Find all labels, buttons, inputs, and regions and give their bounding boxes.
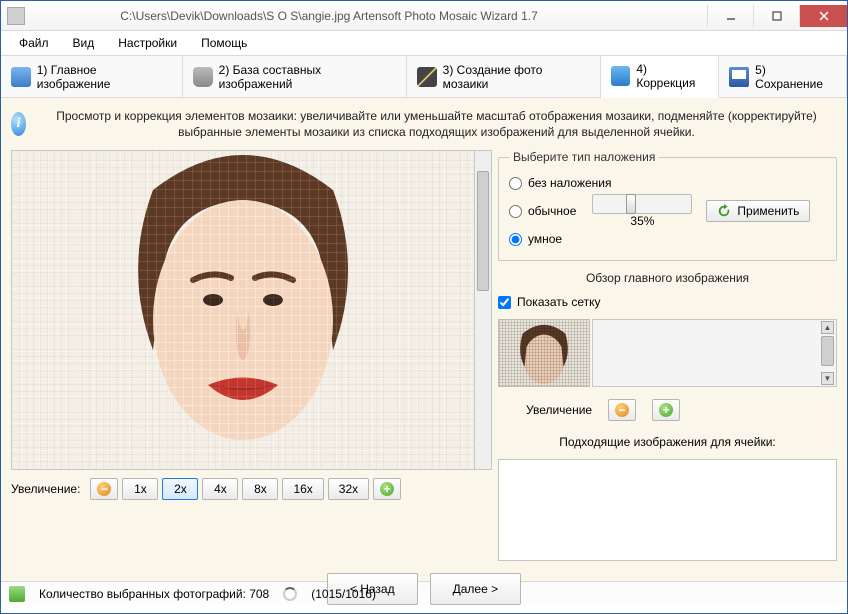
radio-smart-overlay[interactable] (509, 233, 522, 246)
zoom-4x[interactable]: 4x (202, 478, 238, 500)
tab-label: 1) Главное изображение (37, 63, 172, 91)
tab-main-image[interactable]: 1) Главное изображение (1, 56, 183, 97)
refresh-icon (717, 204, 731, 218)
title-bar: C:\Users\Devik\Downloads\S O S\angie.jpg… (1, 1, 847, 31)
minimize-button[interactable] (707, 5, 753, 27)
tab-correction[interactable]: 4) Коррекция (601, 56, 720, 98)
menu-settings[interactable]: Настройки (108, 33, 187, 53)
zoom-2x[interactable]: 2x (162, 478, 198, 500)
app-icon (7, 7, 25, 25)
radio-label-smart: умное (528, 232, 562, 246)
zoom-in-button[interactable]: + (373, 478, 401, 500)
radio-no-overlay[interactable] (509, 177, 522, 190)
close-button[interactable] (799, 5, 847, 27)
overlay-type-group: Выберите тип наложения без наложения обы… (498, 150, 837, 261)
zoom-16x[interactable]: 16x (282, 478, 323, 500)
minus-icon: − (615, 403, 629, 417)
overview-scrollbar[interactable]: ▲ ▼ (592, 319, 837, 387)
loading-spinner-icon (283, 587, 297, 601)
overview-title: Обзор главного изображения (498, 271, 837, 285)
image-icon (11, 67, 31, 87)
menu-file[interactable]: Файл (9, 33, 59, 53)
save-icon (729, 67, 749, 87)
scroll-down-icon[interactable]: ▼ (821, 372, 834, 385)
plus-icon: + (659, 403, 673, 417)
menu-view[interactable]: Вид (63, 33, 105, 53)
apply-button[interactable]: Применить (706, 200, 810, 222)
tab-save[interactable]: 5) Сохранение (719, 56, 847, 97)
menu-bar: Файл Вид Настройки Помощь (1, 31, 847, 55)
database-icon (193, 67, 213, 87)
status-icon (9, 586, 25, 602)
scroll-up-icon[interactable]: ▲ (821, 321, 834, 334)
overview-zoom-out[interactable]: − (608, 399, 636, 421)
show-grid-label: Показать сетку (517, 295, 601, 309)
info-text: Просмотр и коррекция элементов мозаики: … (36, 108, 837, 140)
radio-label-normal: обычное (528, 204, 576, 218)
radio-normal-overlay[interactable] (509, 205, 522, 218)
slider-value: 35% (630, 214, 654, 228)
mosaic-preview[interactable] (11, 150, 475, 470)
matching-title: Подходящие изображения для ячейки: (498, 435, 837, 449)
overview-zoom-label: Увеличение (526, 403, 592, 417)
status-progress: (1015/1016) (311, 587, 376, 601)
plus-icon: + (380, 482, 394, 496)
matching-images-list[interactable] (498, 459, 837, 561)
content-area: i Просмотр и коррекция элементов мозаики… (1, 98, 847, 581)
overview-zoom-in[interactable]: + (652, 399, 680, 421)
apply-label: Применить (737, 204, 799, 218)
tab-label: 4) Коррекция (636, 62, 708, 90)
overlay-slider[interactable] (592, 194, 692, 214)
radio-label-none: без наложения (528, 176, 612, 190)
zoom-32x[interactable]: 32x (328, 478, 369, 500)
zoom-controls: Увеличение: − 1x 2x 4x 8x 16x 32x + (11, 478, 492, 500)
status-photos: Количество выбранных фотографий: 708 (39, 587, 269, 601)
menu-help[interactable]: Помощь (191, 33, 257, 53)
box-icon (611, 66, 631, 86)
info-icon: i (11, 112, 26, 136)
tab-create-mosaic[interactable]: 3) Создание фото мозаики (407, 56, 601, 97)
tab-label: 3) Создание фото мозаики (443, 63, 590, 91)
next-button[interactable]: Далее > (430, 573, 522, 605)
show-grid-checkbox[interactable] (498, 296, 511, 309)
zoom-label: Увеличение: (11, 482, 80, 496)
zoom-8x[interactable]: 8x (242, 478, 278, 500)
zoom-out-button[interactable]: − (90, 478, 118, 500)
zoom-1x[interactable]: 1x (122, 478, 158, 500)
maximize-button[interactable] (753, 5, 799, 27)
wand-icon (417, 67, 437, 87)
wizard-tabs: 1) Главное изображение 2) База составных… (1, 55, 847, 98)
overview-thumbnail[interactable] (498, 319, 590, 387)
status-bar: Количество выбранных фотографий: 708 (10… (1, 581, 847, 605)
tab-tiles-db[interactable]: 2) База составных изображений (183, 56, 407, 97)
overlay-legend: Выберите тип наложения (509, 150, 659, 164)
tab-label: 2) База составных изображений (219, 63, 396, 91)
tab-label: 5) Сохранение (755, 63, 836, 91)
minus-icon: − (97, 482, 111, 496)
preview-scrollbar[interactable] (475, 150, 492, 470)
window-title: C:\Users\Devik\Downloads\S O S\angie.jpg… (31, 9, 707, 23)
